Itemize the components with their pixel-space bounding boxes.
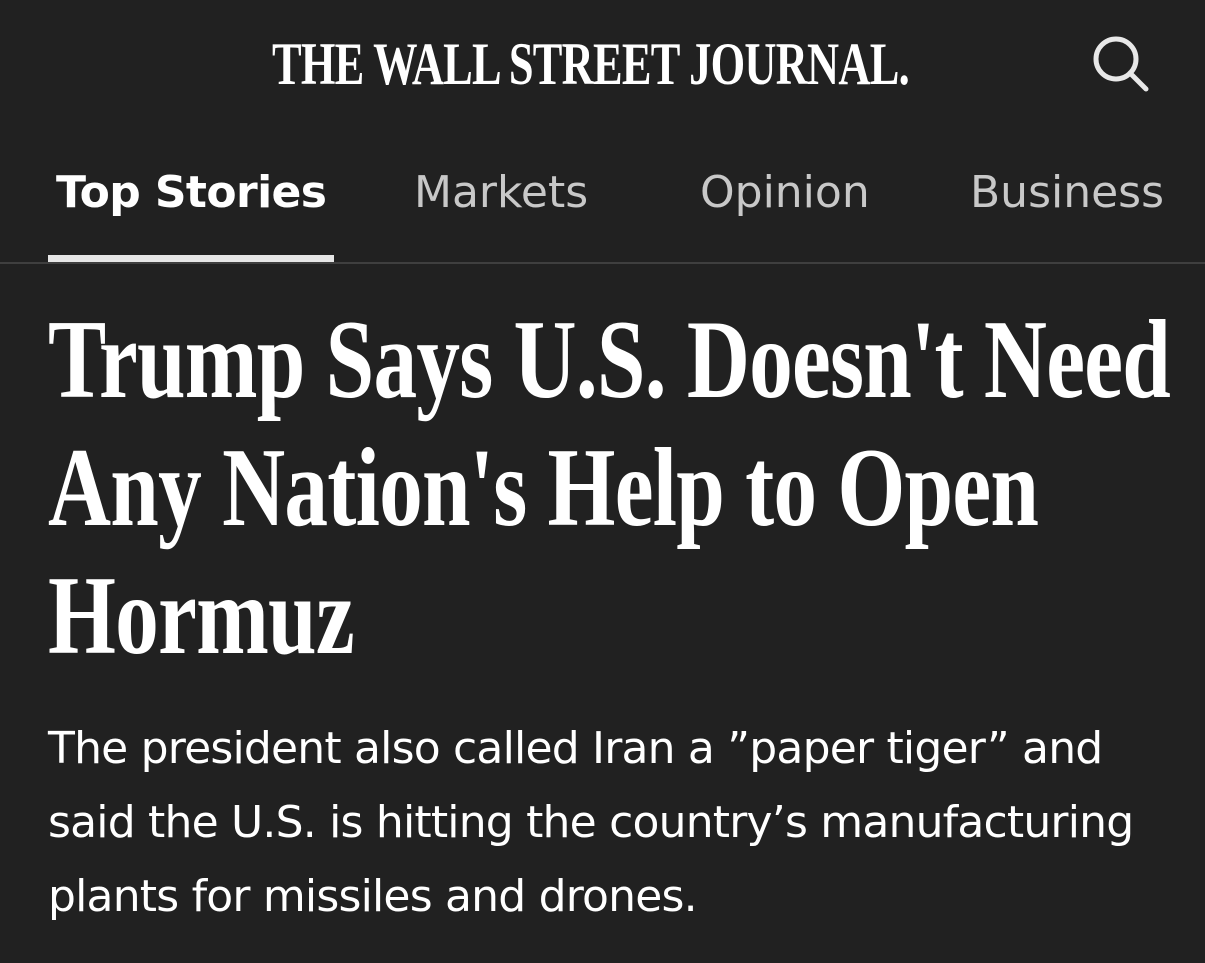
tab-business[interactable]: Business bbox=[970, 163, 1164, 223]
section-tabs: Top Stories Markets Opinion Business bbox=[0, 145, 1205, 264]
tab-top-stories[interactable]: Top Stories bbox=[56, 163, 327, 223]
summary-text: The president also called Iran a ”paper … bbox=[48, 723, 1134, 922]
tabs-divider bbox=[0, 262, 1205, 264]
search-icon bbox=[1093, 36, 1149, 92]
tab-markets[interactable]: Markets bbox=[414, 163, 588, 223]
headline[interactable]: Trump Says U.S. Doesn't Need Any Nation'… bbox=[48, 296, 1171, 680]
search-button[interactable] bbox=[1086, 32, 1156, 96]
masthead: THE WALL STREET JOURNAL. bbox=[0, 0, 1205, 130]
tab-opinion[interactable]: Opinion bbox=[700, 163, 870, 223]
wsj-logo[interactable]: THE WALL STREET JOURNAL. bbox=[272, 26, 910, 102]
app-screen: THE WALL STREET JOURNAL. Top Stories Mar… bbox=[0, 0, 1205, 963]
